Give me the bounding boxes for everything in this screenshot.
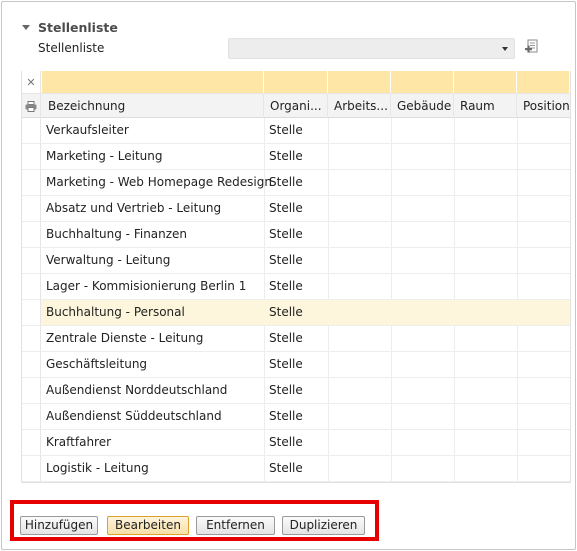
row-gutter: [22, 430, 41, 455]
cell-bezeichnung: Verwaltung - Leitung: [46, 253, 171, 267]
row-gutter: [22, 196, 41, 221]
cell-bezeichnung: Logistik - Leitung: [46, 461, 149, 475]
table-row[interactable]: Marketing - Web Homepage Redesign Stelle: [22, 170, 570, 196]
add-button[interactable]: Hinzufügen: [20, 516, 98, 535]
section-header[interactable]: Stellenliste: [22, 20, 118, 35]
table-row[interactable]: Zentrale Dienste - Leitung Stelle: [22, 326, 570, 352]
cell-organisation: Stelle: [269, 149, 303, 163]
button-bar: Hinzufügen Bearbeiten Entfernen Duplizie…: [10, 500, 379, 541]
filter-gebaeude[interactable]: [391, 71, 454, 93]
filter-row: ✕: [22, 71, 570, 93]
collapse-triangle-icon[interactable]: [22, 25, 30, 30]
cell-organisation: Stelle: [269, 253, 303, 267]
stellen-grid: ✕ Bezeichnung Organi... Arbeits... Gebäu…: [21, 71, 571, 483]
cell-bezeichnung: Marketing - Leitung: [46, 149, 163, 163]
table-row[interactable]: Buchhaltung - Personal Stelle: [22, 300, 570, 326]
table-row[interactable]: Marketing - Leitung Stelle: [22, 144, 570, 170]
table-row[interactable]: Absatz und Vertrieb - Leitung Stelle: [22, 196, 570, 222]
cell-bezeichnung: Absatz und Vertrieb - Leitung: [46, 201, 222, 215]
row-gutter: [22, 326, 41, 351]
table-row[interactable]: Geschäftsleitung Stelle: [22, 352, 570, 378]
row-gutter: [22, 352, 41, 377]
cell-bezeichnung: Zentrale Dienste - Leitung: [46, 331, 204, 345]
table-header: Bezeichnung Organi... Arbeits... Gebäude…: [22, 93, 570, 118]
print-icon[interactable]: [22, 94, 41, 118]
filter-bezeichnung[interactable]: [42, 71, 264, 93]
row-gutter: [22, 378, 41, 403]
cell-bezeichnung: Geschäftsleitung: [46, 357, 148, 371]
cell-bezeichnung: Lager - Kommisionierung Berlin 1: [46, 279, 247, 293]
row-gutter: [22, 144, 41, 169]
remove-button[interactable]: Entfernen: [196, 516, 275, 535]
chevron-down-icon[interactable]: [502, 47, 508, 51]
cell-organisation: Stelle: [269, 409, 303, 423]
section-title: Stellenliste: [38, 20, 118, 35]
row-gutter: [22, 248, 41, 273]
table-row[interactable]: Logistik - Leitung Stelle: [22, 456, 570, 482]
cell-bezeichnung: Buchhaltung - Finanzen: [46, 227, 188, 241]
cell-bezeichnung: Verkaufsleiter: [46, 123, 129, 137]
row-gutter: [22, 222, 41, 247]
cell-bezeichnung: Marketing - Web Homepage Redesign: [46, 175, 272, 189]
column-header-gebaeude[interactable]: Gebäude: [391, 94, 454, 118]
add-document-icon[interactable]: [524, 39, 540, 57]
table-row[interactable]: Außendienst Süddeutschland Stelle: [22, 404, 570, 430]
filter-arbeitsplatz[interactable]: [328, 71, 391, 93]
cell-organisation: Stelle: [269, 201, 303, 215]
edit-button[interactable]: Bearbeiten: [107, 516, 189, 535]
row-gutter: [22, 118, 41, 143]
cell-organisation: Stelle: [269, 383, 303, 397]
row-gutter: [22, 456, 41, 481]
row-gutter: [22, 274, 41, 299]
column-header-position[interactable]: Position: [517, 94, 570, 118]
column-header-raum[interactable]: Raum: [454, 94, 517, 118]
column-header-organisation[interactable]: Organi...: [264, 94, 328, 118]
filter-position[interactable]: [517, 71, 570, 93]
cell-bezeichnung: Außendienst Norddeutschland: [46, 383, 228, 397]
row-gutter: [22, 170, 41, 195]
table-row[interactable]: Kraftfahrer Stelle: [22, 430, 570, 456]
cell-organisation: Stelle: [269, 331, 303, 345]
table-row[interactable]: Verkaufsleiter Stelle: [22, 118, 570, 144]
cell-organisation: Stelle: [269, 461, 303, 475]
stellenliste-label: Stellenliste: [38, 41, 105, 55]
table-row[interactable]: Buchhaltung - Finanzen Stelle: [22, 222, 570, 248]
filter-organisation[interactable]: [264, 71, 328, 93]
cell-organisation: Stelle: [269, 279, 303, 293]
row-gutter: [22, 300, 41, 325]
cell-bezeichnung: Kraftfahrer: [46, 435, 112, 449]
cell-organisation: Stelle: [269, 123, 303, 137]
cell-organisation: Stelle: [269, 305, 303, 319]
cell-bezeichnung: Buchhaltung - Personal: [46, 305, 185, 319]
filter-raum[interactable]: [454, 71, 517, 93]
clear-filter-icon[interactable]: ✕: [22, 71, 41, 93]
column-header-bezeichnung[interactable]: Bezeichnung: [42, 94, 264, 118]
cell-organisation: Stelle: [269, 357, 303, 371]
stellenliste-select[interactable]: [228, 38, 515, 59]
table-row[interactable]: Verwaltung - Leitung Stelle: [22, 248, 570, 274]
cell-organisation: Stelle: [269, 175, 303, 189]
cell-organisation: Stelle: [269, 227, 303, 241]
duplicate-button[interactable]: Duplizieren: [282, 516, 365, 535]
cell-organisation: Stelle: [269, 435, 303, 449]
row-gutter: [22, 404, 41, 429]
cell-bezeichnung: Außendienst Süddeutschland: [46, 409, 222, 423]
column-header-arbeitsplatz[interactable]: Arbeits...: [328, 94, 391, 118]
table-row[interactable]: Außendienst Norddeutschland Stelle: [22, 378, 570, 404]
table-row[interactable]: Lager - Kommisionierung Berlin 1 Stelle: [22, 274, 570, 300]
